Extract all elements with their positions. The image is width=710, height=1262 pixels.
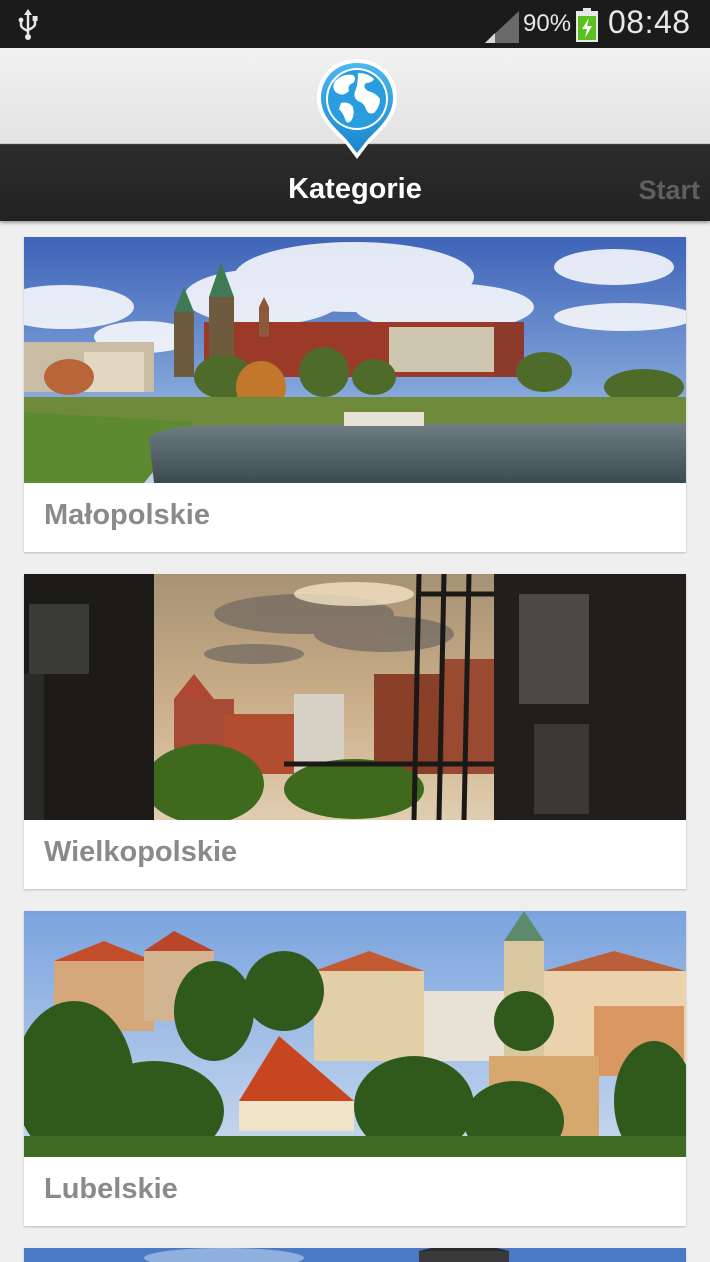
clock: 08:48 xyxy=(608,4,691,40)
category-card-wielkopolskie[interactable]: Wielkopolskie xyxy=(24,574,686,889)
category-image-lubelskie xyxy=(24,911,686,1157)
category-list: Małopolskie Wielkopolskie Lubelskie xyxy=(24,237,686,1262)
signal-icon xyxy=(485,11,519,43)
category-card-lubelskie[interactable]: Lubelskie xyxy=(24,911,686,1226)
app-screen: 90% 08:48 Kategorie Start Małopolskie Wi… xyxy=(0,0,710,1262)
usb-icon xyxy=(18,9,38,40)
status-bar: 90% 08:48 xyxy=(0,0,710,48)
category-image-wielkopolskie xyxy=(24,574,686,820)
category-label: Lubelskie xyxy=(44,1173,178,1205)
category-card-partial[interactable] xyxy=(24,1248,686,1262)
category-image-partial xyxy=(24,1248,686,1262)
battery-charging-icon xyxy=(576,8,598,42)
page-title: Kategorie xyxy=(288,173,422,205)
category-label: Wielkopolskie xyxy=(44,836,238,868)
battery-percent: 90% xyxy=(523,10,572,37)
category-label: Małopolskie xyxy=(44,499,210,531)
start-button[interactable]: Start xyxy=(638,175,700,206)
globe-pin-icon xyxy=(317,59,397,159)
category-image-malopolskie xyxy=(24,237,686,483)
category-card-malopolskie[interactable]: Małopolskie xyxy=(24,237,686,552)
